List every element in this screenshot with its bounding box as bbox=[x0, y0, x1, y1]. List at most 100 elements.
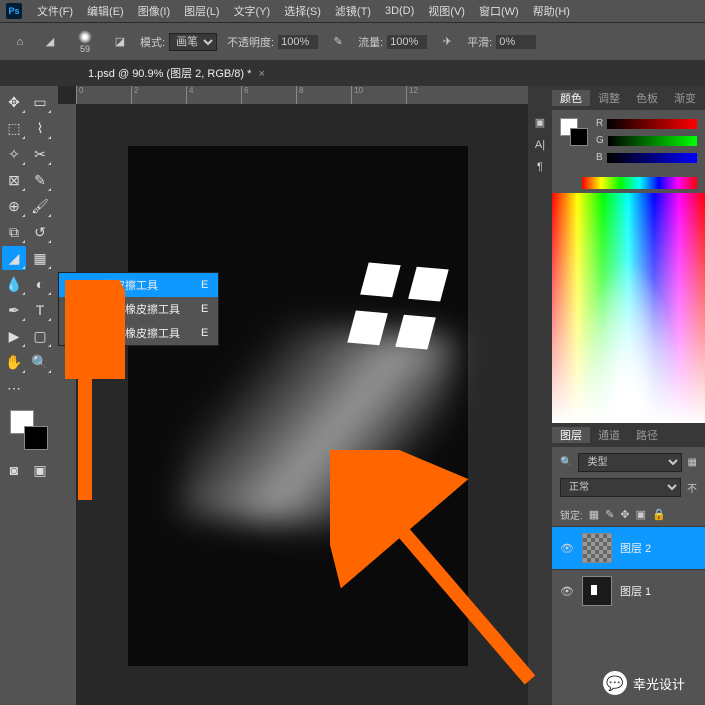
lock-artboard-icon[interactable]: ▣ bbox=[636, 508, 646, 521]
mode-select[interactable]: 画笔 bbox=[169, 33, 217, 51]
right-panels: 颜色 调整 色板 渐变 R G B 图层 通道 路径 bbox=[552, 86, 705, 705]
flow-input[interactable] bbox=[387, 35, 427, 49]
shape-tool[interactable]: ▢ bbox=[28, 324, 52, 348]
lock-pixels-icon[interactable]: ▦ bbox=[589, 508, 599, 521]
home-icon[interactable]: ⌂ bbox=[10, 32, 30, 52]
brush-tool[interactable]: 🖌 bbox=[28, 194, 52, 218]
document-tab-bar: 1.psd @ 90.9% (图层 2, RGB/8) * × bbox=[0, 60, 705, 86]
lock-row: 锁定: ▦ ✎ ✥ ▣ 🔒 bbox=[552, 503, 705, 526]
tab-layers[interactable]: 图层 bbox=[552, 427, 590, 443]
menu-select[interactable]: 选择(S) bbox=[277, 3, 328, 19]
layer-item[interactable]: 👁 图层 2 bbox=[552, 526, 705, 569]
tab-paths[interactable]: 路径 bbox=[628, 427, 666, 443]
mini-swatches[interactable] bbox=[560, 118, 588, 146]
pressure-opacity-icon[interactable]: ✎ bbox=[328, 32, 348, 52]
character-icon[interactable]: A| bbox=[535, 139, 545, 151]
blend-mode-select[interactable]: 正常 bbox=[560, 478, 681, 497]
move-tool[interactable]: ✥ bbox=[2, 90, 26, 114]
lock-position-icon[interactable]: ✥ bbox=[620, 508, 629, 521]
hue-strip[interactable] bbox=[582, 177, 697, 189]
tab-swatches[interactable]: 色板 bbox=[628, 90, 666, 106]
brush-preview[interactable]: 59 bbox=[70, 27, 100, 57]
eraser-tool[interactable]: ◢ bbox=[2, 246, 26, 270]
slider-b[interactable] bbox=[607, 153, 697, 163]
zoom-tool[interactable]: 🔍 bbox=[28, 350, 52, 374]
type-tool[interactable]: T bbox=[28, 298, 52, 322]
path-select-tool[interactable]: ▶ bbox=[2, 324, 26, 348]
airbrush-icon[interactable]: ✈ bbox=[437, 32, 457, 52]
search-icon[interactable]: 🔍 bbox=[560, 457, 572, 468]
menu-image[interactable]: 图像(I) bbox=[131, 3, 177, 19]
channel-g-label: G bbox=[596, 135, 604, 146]
brush-panel-icon[interactable]: ◪ bbox=[110, 32, 130, 52]
brush-size-label: 59 bbox=[80, 44, 90, 54]
edit-toolbar[interactable]: ⋯ bbox=[2, 376, 26, 400]
layer-name[interactable]: 图层 2 bbox=[620, 540, 651, 556]
tab-channels[interactable]: 通道 bbox=[590, 427, 628, 443]
artboard-tool[interactable]: ▭ bbox=[28, 90, 52, 114]
clone-tool[interactable]: ⧉ bbox=[2, 220, 26, 244]
visibility-icon[interactable]: 👁 bbox=[560, 542, 574, 555]
tab-color[interactable]: 颜色 bbox=[552, 90, 590, 106]
background-color[interactable] bbox=[24, 426, 48, 450]
menu-bar: Ps 文件(F) 编辑(E) 图像(I) 图层(L) 文字(Y) 选择(S) 滤… bbox=[0, 0, 705, 22]
dodge-tool[interactable]: ◐ bbox=[28, 272, 52, 296]
document-tab[interactable]: 1.psd @ 90.9% (图层 2, RGB/8) * × bbox=[80, 65, 273, 81]
eyedropper-tool[interactable]: ✎ bbox=[28, 168, 52, 192]
tab-close-icon[interactable]: × bbox=[258, 68, 264, 80]
slider-g[interactable] bbox=[608, 136, 697, 146]
mode-label: 模式: bbox=[140, 34, 165, 50]
menu-file[interactable]: 文件(F) bbox=[30, 3, 80, 19]
menu-type[interactable]: 文字(Y) bbox=[227, 3, 278, 19]
menu-window[interactable]: 窗口(W) bbox=[472, 3, 526, 19]
layer-item[interactable]: 👁 图层 1 bbox=[552, 569, 705, 612]
pen-tool[interactable]: ✒ bbox=[2, 298, 26, 322]
menu-view[interactable]: 视图(V) bbox=[421, 3, 472, 19]
slider-r[interactable] bbox=[607, 119, 697, 129]
gradient-tool[interactable]: ▦ bbox=[28, 246, 52, 270]
layer-thumbnail[interactable] bbox=[582, 576, 612, 606]
menu-layer[interactable]: 图层(L) bbox=[177, 3, 226, 19]
lock-all-icon[interactable]: 🔒 bbox=[652, 508, 666, 521]
brush-dot-icon bbox=[78, 30, 92, 44]
smooth-input[interactable] bbox=[496, 35, 536, 49]
color-picker-field[interactable] bbox=[552, 193, 705, 423]
menu-edit[interactable]: 编辑(E) bbox=[80, 3, 131, 19]
blur-tool[interactable]: 💧 bbox=[2, 272, 26, 296]
tool-preset-icon[interactable]: ◢ bbox=[40, 32, 60, 52]
ps-logo-icon: Ps bbox=[6, 3, 22, 19]
lock-brush-icon[interactable]: ✎ bbox=[605, 508, 614, 521]
lasso-tool[interactable]: ⌇ bbox=[28, 116, 52, 140]
layer-name[interactable]: 图层 1 bbox=[620, 583, 651, 599]
healing-tool[interactable]: ⊕ bbox=[2, 194, 26, 218]
flyout-shortcut: E bbox=[201, 303, 208, 315]
annotation-arrow-1 bbox=[65, 280, 125, 510]
visibility-icon[interactable]: 👁 bbox=[560, 585, 574, 598]
lock-label: 锁定: bbox=[560, 507, 583, 522]
layer-thumbnail[interactable] bbox=[582, 533, 612, 563]
hand-tool[interactable]: ✋ bbox=[2, 350, 26, 374]
paragraph-icon[interactable]: ¶ bbox=[537, 161, 543, 173]
history-brush-tool[interactable]: ↺ bbox=[28, 220, 52, 244]
toolbox: ✥ ▭ ⬚ ⌇ ✧ ✂ ⊠ ✎ ⊕ 🖌 ⧉ ↺ ◢ ▦ 💧 ◐ ✒ T ▶ ▢ … bbox=[0, 86, 58, 705]
color-panel-body: R G B bbox=[552, 110, 705, 177]
crop-tool[interactable]: ✂ bbox=[28, 142, 52, 166]
color-panel-tabs: 颜色 调整 色板 渐变 bbox=[552, 86, 705, 110]
frame-tool[interactable]: ⊠ bbox=[2, 168, 26, 192]
watermark-text: 幸光设计 bbox=[633, 674, 685, 693]
marquee-tool[interactable]: ⬚ bbox=[2, 116, 26, 140]
properties-icon[interactable]: ▣ bbox=[535, 116, 545, 129]
layer-filter-select[interactable]: 类型 bbox=[578, 453, 681, 472]
mini-background[interactable] bbox=[570, 128, 588, 146]
color-swatches[interactable] bbox=[10, 410, 48, 450]
menu-help[interactable]: 帮助(H) bbox=[526, 3, 577, 19]
menu-filter[interactable]: 滤镜(T) bbox=[328, 3, 378, 19]
quickmask-icon[interactable]: ◙ bbox=[2, 458, 26, 482]
tab-gradients[interactable]: 渐变 bbox=[666, 90, 704, 106]
tab-adjust[interactable]: 调整 bbox=[590, 90, 628, 106]
opacity-input[interactable] bbox=[278, 35, 318, 49]
menu-3d[interactable]: 3D(D) bbox=[378, 5, 421, 17]
magic-wand-tool[interactable]: ✧ bbox=[2, 142, 26, 166]
filter-pixel-icon[interactable]: ▦ bbox=[688, 457, 697, 468]
screenmode-icon[interactable]: ▣ bbox=[28, 458, 52, 482]
